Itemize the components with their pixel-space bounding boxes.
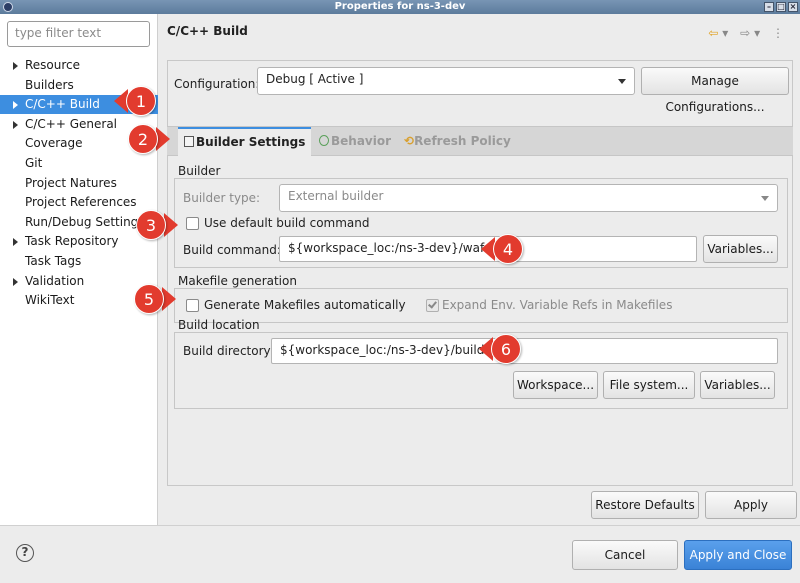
sidebar-item-run-debug-settings[interactable]: Run/Debug Settings xyxy=(0,213,158,232)
makefile-group-title: Makefile generation xyxy=(178,274,297,288)
sidebar-item-label: Git xyxy=(25,156,43,170)
property-page: C/C++ Build ⇦▾ ⇨▾ ⋮ Configuration: Debug… xyxy=(159,14,800,525)
sidebar-item-label: Coverage xyxy=(25,136,83,151)
apply-and-close-button[interactable]: Apply and Close xyxy=(684,540,792,570)
generate-makefiles-checkbox[interactable] xyxy=(186,299,199,312)
sidebar-item-label: WikiText xyxy=(25,293,75,308)
file-system-button[interactable]: File system... xyxy=(603,371,695,399)
sidebar-item-task-tags[interactable]: Task Tags xyxy=(0,252,158,271)
callout-2: 2 xyxy=(128,124,170,154)
callout-3: 3 xyxy=(136,210,178,240)
restore-defaults-button[interactable]: Restore Defaults xyxy=(591,491,699,519)
callout-number: 1 xyxy=(126,86,156,116)
expand-env-label: Expand Env. Variable Refs in Makefiles xyxy=(442,298,673,312)
dialog-footer: ? Cancel Apply and Close xyxy=(0,525,800,583)
sidebar-item-label: Validation xyxy=(25,273,85,288)
tab-builder-settings[interactable]: Builder Settings xyxy=(178,127,312,157)
sidebar-item-label: Project References xyxy=(25,195,137,210)
window-title: Properties for ns-3-dev xyxy=(334,1,466,12)
sidebar-item-label: Task Tags xyxy=(25,254,82,268)
callout-1: 1 xyxy=(114,86,156,116)
title-bar: Properties for ns-3-dev – □ × xyxy=(0,0,800,14)
callout-number: 6 xyxy=(491,334,521,364)
builder-type-value: External builder xyxy=(288,189,384,203)
sidebar-item-git[interactable]: Git xyxy=(0,154,158,173)
generate-makefiles-label: Generate Makefiles automatically xyxy=(204,298,406,312)
manage-configurations-button[interactable]: Manage Configurations... xyxy=(641,67,789,114)
sidebar-item-label: Run/Debug Settings xyxy=(25,214,145,229)
forward-arrow-icon[interactable]: ⇨ xyxy=(740,26,754,40)
callout-number: 5 xyxy=(134,284,164,314)
builder-group-title: Builder xyxy=(178,164,221,178)
location-variables-button[interactable]: Variables... xyxy=(700,371,775,399)
callout-number: 4 xyxy=(493,234,523,264)
history-nav: ⇦▾ ⇨▾ ⋮ xyxy=(708,26,788,40)
sidebar-item-label: Project Natures xyxy=(25,175,117,190)
minimize-icon[interactable]: – xyxy=(764,2,774,12)
page-title: C/C++ Build xyxy=(167,24,248,38)
filter-input[interactable]: type filter text xyxy=(7,21,150,47)
sidebar-item-task-repository[interactable]: Task Repository xyxy=(0,232,158,251)
tab-bar: Builder Settings Behavior ⟲Refresh Polic… xyxy=(167,126,793,157)
behavior-icon xyxy=(319,135,329,146)
callout-arrow xyxy=(162,287,176,311)
chevron-right-icon[interactable] xyxy=(13,62,18,70)
callout-number: 2 xyxy=(128,124,158,154)
sidebar-item-project-references[interactable]: Project References xyxy=(0,193,158,212)
configuration-select[interactable]: Debug [ Active ] xyxy=(257,67,635,95)
callout-4: 4 xyxy=(481,234,523,264)
callout-arrow xyxy=(156,127,170,151)
sidebar-item-label: Task Repository xyxy=(25,234,119,249)
callout-number: 3 xyxy=(136,210,166,240)
refresh-icon: ⟲ xyxy=(404,134,415,148)
maximize-icon[interactable]: □ xyxy=(776,2,786,12)
tab-label: Refresh Policy xyxy=(414,134,511,148)
use-default-checkbox[interactable] xyxy=(186,217,199,230)
chevron-right-icon[interactable] xyxy=(13,238,18,247)
sidebar-item-resource[interactable]: Resource xyxy=(0,56,158,75)
location-group-title: Build location xyxy=(178,318,260,332)
configuration-section: Configuration: Debug [ Active ] Manage C… xyxy=(167,60,793,132)
eclipse-app-icon xyxy=(3,2,13,12)
close-icon[interactable]: × xyxy=(788,2,798,12)
chevron-right-icon[interactable] xyxy=(13,120,18,129)
tab-behavior[interactable]: Behavior xyxy=(319,127,391,155)
apply-button[interactable]: Apply xyxy=(705,491,797,519)
chevron-down-icon xyxy=(761,196,769,201)
workspace-button[interactable]: Workspace... xyxy=(513,371,598,399)
cancel-button[interactable]: Cancel xyxy=(572,540,678,570)
help-icon[interactable]: ? xyxy=(16,544,34,562)
callout-arrow xyxy=(164,213,178,237)
tab-refresh-policy[interactable]: ⟲Refresh Policy xyxy=(404,127,511,155)
sidebar-item-label: C/C++ Build xyxy=(25,97,100,112)
configuration-value: Debug [ Active ] xyxy=(266,72,364,86)
configuration-label: Configuration: xyxy=(174,77,260,91)
builder-type-label: Builder type: xyxy=(183,191,261,205)
chevron-right-icon[interactable] xyxy=(13,101,18,110)
use-default-label: Use default build command xyxy=(204,216,370,230)
sidebar-item-project-natures[interactable]: Project Natures xyxy=(0,174,158,193)
sidebar-item-label: Builders xyxy=(25,77,74,92)
sidebar-item-label: Resource xyxy=(25,58,81,72)
document-icon xyxy=(184,136,194,147)
sidebar-item-label: C/C++ General xyxy=(25,116,118,131)
callout-6: 6 xyxy=(479,334,521,364)
builder-type-select: External builder xyxy=(279,184,778,212)
back-arrow-icon[interactable]: ⇦ xyxy=(708,26,722,40)
expand-env-checkbox xyxy=(426,299,439,312)
checkmark-icon xyxy=(428,299,437,309)
menu-icon[interactable]: ⋮ xyxy=(772,26,788,40)
build-directory-input[interactable]: ${workspace_loc:/ns-3-dev}/build xyxy=(271,338,778,364)
properties-dialog: Properties for ns-3-dev – □ × type filte… xyxy=(0,0,800,583)
chevron-right-icon[interactable] xyxy=(13,277,18,286)
tab-label: Builder Settings xyxy=(196,135,306,149)
builder-settings-panel: Builder Builder type: External builder U… xyxy=(167,156,793,486)
tab-label: Behavior xyxy=(331,134,392,148)
chevron-down-icon xyxy=(618,79,626,84)
variables-button[interactable]: Variables... xyxy=(703,235,778,263)
callout-5: 5 xyxy=(134,284,176,314)
build-command-label: Build command: xyxy=(183,243,281,257)
build-directory-label: Build directory: xyxy=(183,344,274,358)
